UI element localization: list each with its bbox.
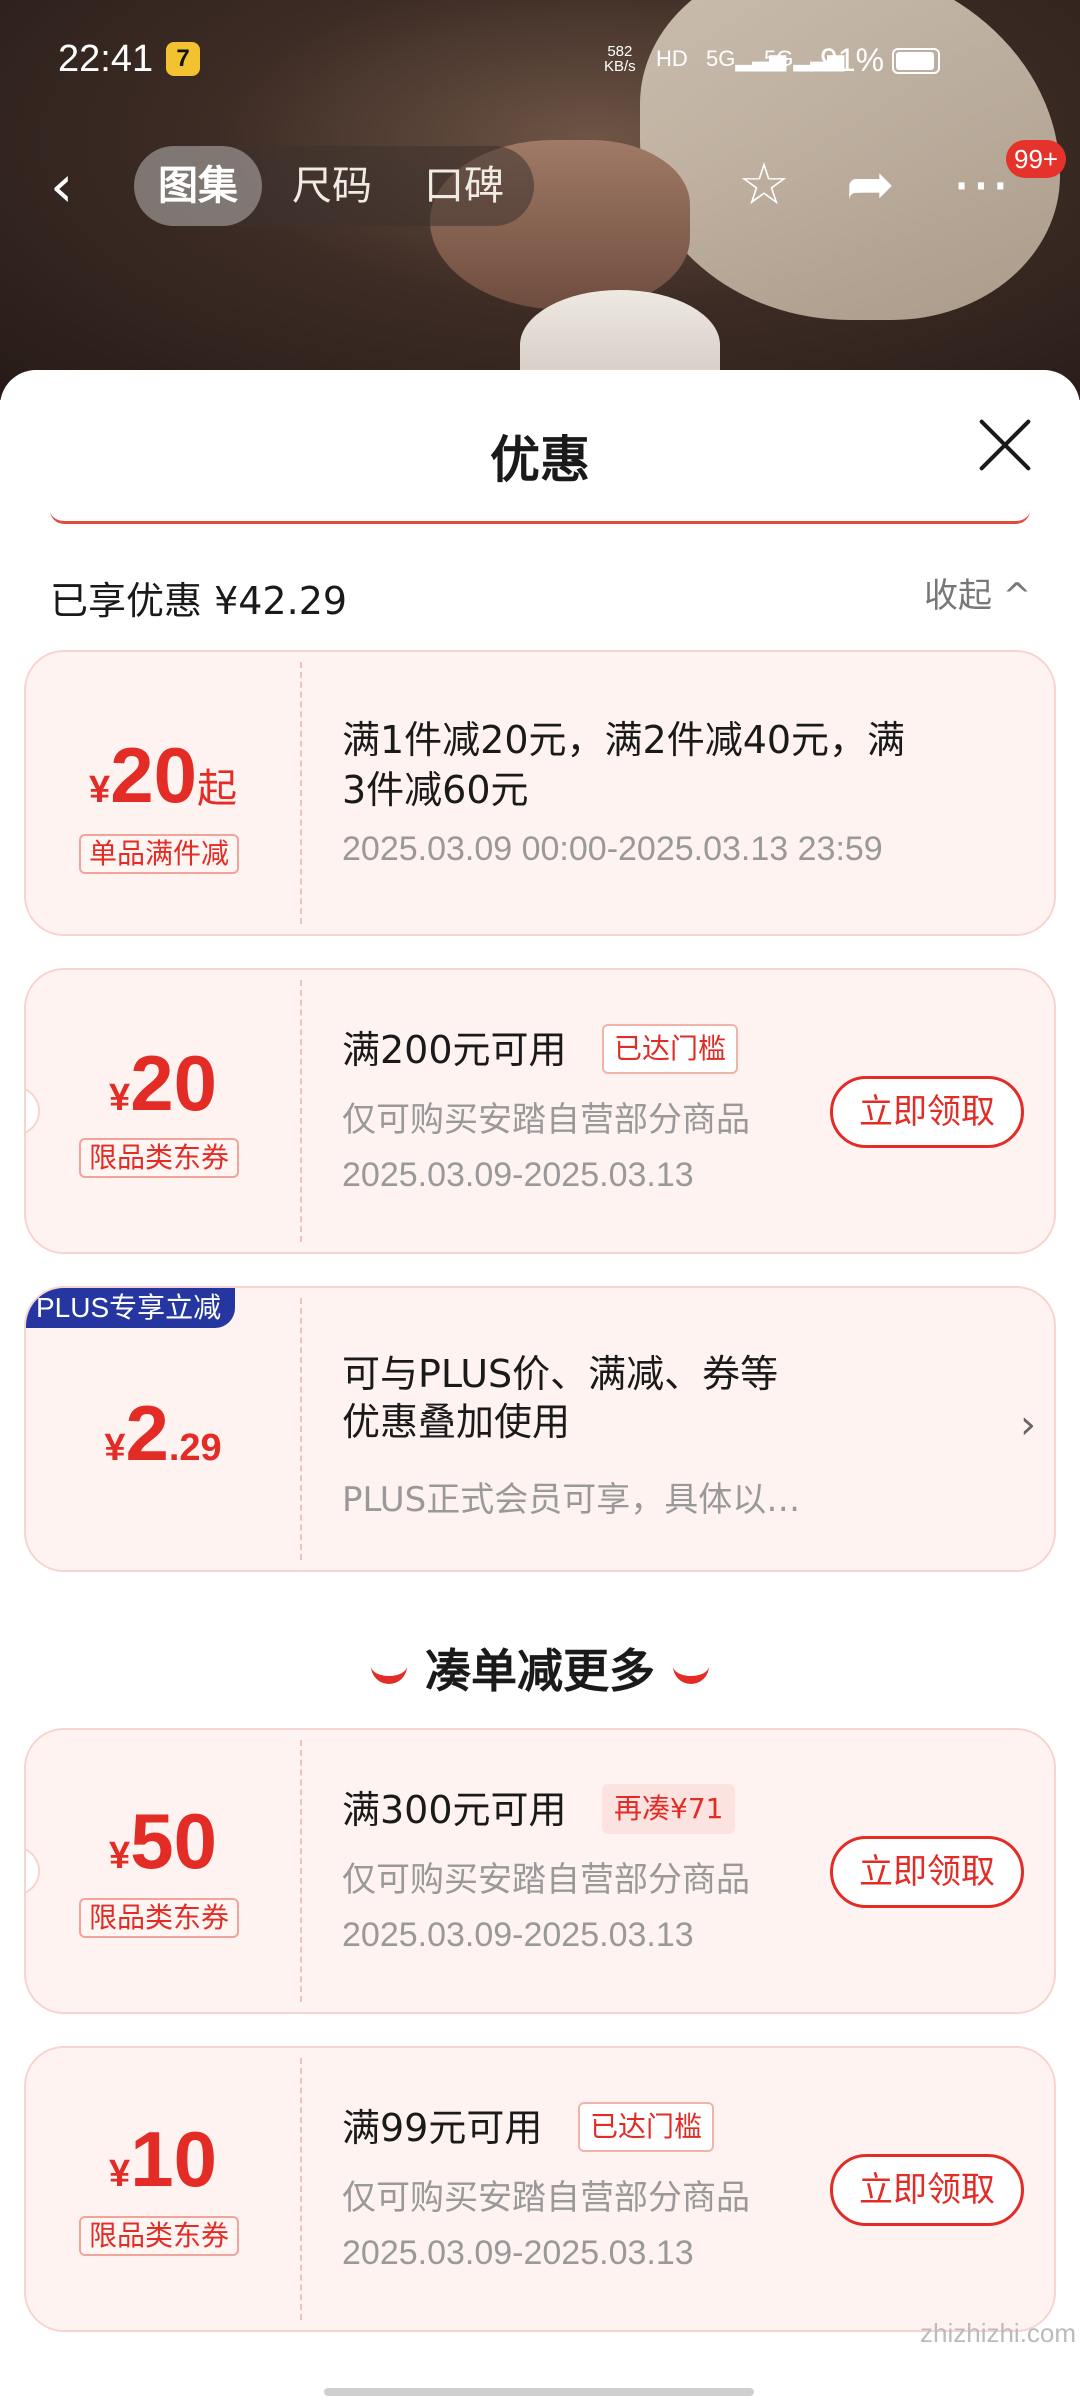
favorite-star-icon[interactable]: ☆ (738, 150, 790, 218)
coupon-scope: 仅可购买安踏自营部分商品 (342, 1100, 750, 1140)
coupon-decimal: .29 (168, 1427, 222, 1469)
coupon-card-bundle[interactable]: ¥20起 单品满件减 满1件减20元，满2件减40元，满 3件减60元 2025… (24, 650, 1056, 936)
card-divider (300, 662, 302, 924)
coupon-card-200[interactable]: ¥20 限品类东券 满200元可用 已达门槛 仅可购买安踏自营部分商品 2025… (24, 968, 1056, 1254)
signal-5g-label: 5G (706, 46, 736, 71)
coupon-card-plus[interactable]: PLUS专享立减 ¥2.29 可与PLUS价、满减、券等 优惠叠加使用 PLUS… (24, 1286, 1056, 1572)
card-divider (300, 980, 302, 1242)
coupon-scope: 仅可购买安踏自营部分商品 (342, 1860, 750, 1900)
more-count-badge: 99+ (1006, 140, 1067, 178)
coupon-currency: ¥ (104, 1427, 126, 1469)
tab-underline (50, 510, 1030, 524)
status-time: 22:41 (58, 38, 154, 80)
coupon-title-line2: 3件减60元 (342, 768, 529, 812)
coupon-value: 20 (130, 1039, 217, 1127)
smile-right-icon (673, 1666, 709, 1684)
claim-button[interactable]: 立即领取 (830, 1076, 1024, 1148)
battery-percent: 91% (820, 42, 885, 78)
tab-gallery[interactable]: 图集 (134, 146, 262, 226)
home-indicator[interactable] (324, 2388, 754, 2396)
threshold-badge: 再凑¥71 (602, 1784, 736, 1834)
more-icon[interactable]: ⋯ (952, 150, 1010, 218)
smile-left-icon (371, 1666, 407, 1684)
coupon-date: 2025.03.09 00:00-2025.03.13 23:59 (342, 830, 883, 868)
coupon-currency: ¥ (109, 1077, 131, 1119)
hd-icon: HD (656, 46, 688, 71)
coupon-scope: PLUS正式会员可享，具体以… (342, 1480, 801, 1520)
tab-size[interactable]: 尺码 (292, 146, 372, 226)
card-divider (300, 1740, 302, 2002)
coupon-title-line1: 满1件减20元，满2件减40元，满 (342, 718, 906, 762)
discount-sheet: 优惠 已享优惠 ¥42.29 收起 ^ ¥20起 单品满件减 满1件减20元，满… (0, 370, 1080, 2400)
coupon-scope: 仅可购买安踏自营部分商品 (342, 2178, 750, 2218)
coupon-value: 50 (130, 1797, 217, 1885)
coupon-suffix: 起 (196, 767, 237, 811)
net-speed-unit: KB/s (604, 58, 636, 75)
coupon-amount: ¥20 (26, 1038, 300, 1129)
coupon-type-tag: 限品类东券 (79, 2216, 240, 2256)
coupon-card-300[interactable]: ¥50 限品类东券 满300元可用 再凑¥71 仅可购买安踏自营部分商品 202… (24, 1728, 1056, 2014)
status-bar: 22:41 7 582 KB/s HD 5G▂▃▅ 5G▂▃▅ 91% (0, 0, 1080, 125)
coupon-title-line2: 优惠叠加使用 (342, 1400, 571, 1444)
more-discounts-text: 凑单减更多 (425, 1644, 655, 1698)
battery-icon (892, 48, 940, 74)
coupon-amount: ¥10 (26, 2114, 300, 2205)
coupon-title: 满200元可用 (342, 1028, 567, 1072)
coupon-value: 2 (125, 1389, 169, 1477)
coupon-currency: ¥ (109, 2153, 131, 2195)
coupon-date: 2025.03.09-2025.03.13 (342, 1156, 694, 1194)
more-discounts-heading: 凑单减更多 (0, 1635, 1080, 1701)
coupon-type-tag: 限品类东券 (79, 1138, 240, 1178)
coupon-amount: ¥2.29 (26, 1388, 300, 1479)
card-divider (300, 2058, 302, 2320)
collapse-button[interactable]: 收起 ^ (924, 568, 1031, 617)
coupon-title-line1: 可与PLUS价、满减、券等 (342, 1352, 779, 1396)
tab-reviews[interactable]: 口碑 (424, 146, 504, 226)
coupon-date: 2025.03.09-2025.03.13 (342, 1916, 694, 1954)
coupon-amount: ¥20起 (26, 730, 300, 821)
coupon-date: 2025.03.09-2025.03.13 (342, 2234, 694, 2272)
coupon-title: 满300元可用 (342, 1788, 567, 1832)
close-icon[interactable] (970, 410, 1040, 480)
chevron-right-icon[interactable]: › (1020, 1402, 1036, 1448)
coupon-amount: ¥50 (26, 1796, 300, 1887)
card-divider (300, 1298, 302, 1560)
product-tabs: 图集 尺码 口碑 (134, 146, 534, 226)
claim-button[interactable]: 立即领取 (830, 1836, 1024, 1908)
enjoyed-discount-total: 已享优惠 ¥42.29 (50, 579, 348, 623)
signal-5g-label-2: 5G (764, 46, 794, 71)
sheet-title: 优惠 (490, 431, 590, 489)
net-speed: 582 KB/s (604, 44, 636, 74)
coupon-value: 20 (110, 731, 197, 819)
claim-button[interactable]: 立即领取 (830, 2154, 1024, 2226)
threshold-badge: 已达门槛 (602, 1024, 739, 1074)
product-nav-bar: ‹ 图集 尺码 口碑 ☆ ➦ ⋯ 99+ (0, 140, 1080, 230)
coupon-card-99[interactable]: ¥10 限品类东券 满99元可用 已达门槛 仅可购买安踏自营部分商品 2025.… (24, 2046, 1056, 2332)
coupon-type-tag: 限品类东券 (79, 1898, 240, 1938)
back-arrow-icon[interactable]: ‹ (50, 152, 73, 220)
coupon-currency: ¥ (89, 769, 111, 811)
plus-exclusive-badge: PLUS专享立减 (26, 1288, 236, 1328)
coupon-type-tag: 单品满件减 (79, 834, 240, 874)
threshold-badge: 已达门槛 (578, 2102, 715, 2152)
share-icon[interactable]: ➦ (846, 150, 895, 218)
watermark-text: zhizhizhi.com (920, 2318, 1077, 2348)
coupon-currency: ¥ (109, 1835, 131, 1877)
app-notification-icon: 7 (166, 42, 200, 76)
coupon-title: 满99元可用 (342, 2106, 543, 2150)
coupon-value: 10 (130, 2115, 217, 2203)
